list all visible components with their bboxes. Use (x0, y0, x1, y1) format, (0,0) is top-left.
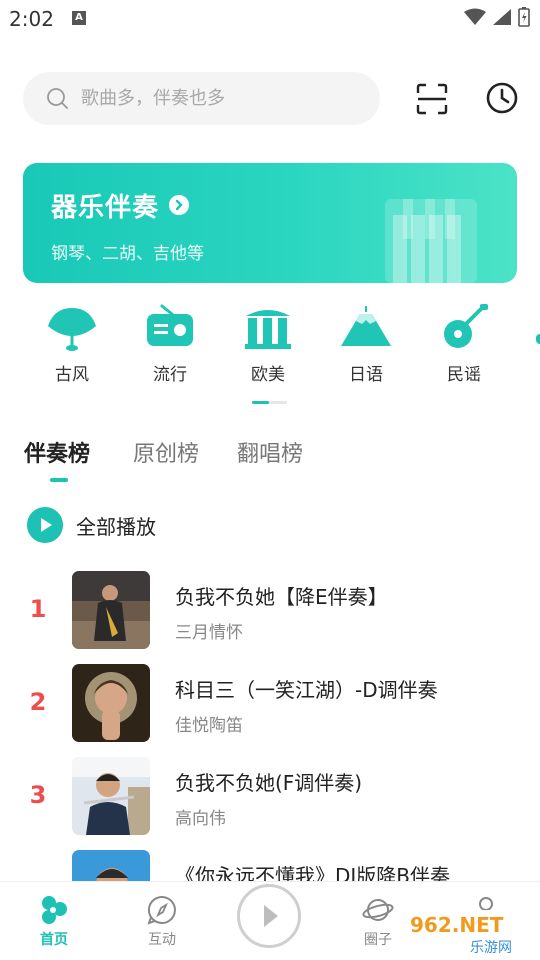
banner-title: 器乐伴奏 (51, 193, 160, 223)
status-icons (464, 7, 530, 27)
chat-compass-icon (147, 895, 176, 925)
instrument-banner[interactable]: 器乐伴奏 钢琴、二胡、吉他等 (23, 163, 517, 283)
search-icon (47, 88, 68, 109)
category-next-hint (536, 334, 540, 344)
tab-yuanchuang[interactable]: 原创榜 (133, 436, 199, 468)
tab-underline (50, 478, 68, 482)
battery-icon (518, 7, 530, 27)
tab-fanchang[interactable]: 翻唱榜 (237, 436, 303, 468)
nav-home[interactable]: 首页 (24, 894, 84, 949)
song-title: 负我不负她【降E伴奏】 (175, 585, 388, 609)
play-icon (27, 507, 63, 543)
category-scroll-indicator (252, 401, 287, 404)
search-row (23, 72, 518, 126)
arrow-right-icon (169, 195, 189, 215)
scan-icon[interactable] (415, 82, 449, 116)
play-all-button[interactable]: 全部播放 (27, 506, 277, 544)
song-rank: 2 (29, 688, 47, 716)
site-watermark: 962.NET 乐游网 (402, 910, 538, 956)
tab-banzou[interactable]: 伴奏榜 (24, 436, 90, 468)
category-gufeng[interactable]: 古风 (37, 302, 107, 385)
piano-keys-icon (385, 199, 477, 283)
fan-icon (48, 308, 96, 351)
notification-icon: A (72, 11, 86, 25)
history-icon[interactable] (485, 81, 519, 115)
song-rank: 1 (29, 595, 47, 623)
signal-icon (493, 9, 511, 25)
columns-icon (245, 310, 291, 349)
watermark-line1: 962.NET (410, 913, 504, 937)
nav-circle[interactable]: 圈子 (348, 894, 408, 949)
guitar-icon (444, 304, 488, 348)
play-icon (264, 905, 278, 927)
wifi-icon (464, 8, 486, 25)
category-liuxing[interactable]: 流行 (135, 302, 205, 385)
category-riyu[interactable]: 日语 (331, 302, 401, 385)
category-row: 古风 流行 欧美 日语 民谣 (0, 302, 540, 402)
category-oumei[interactable]: 欧美 (233, 302, 303, 385)
play-all-label: 全部播放 (76, 515, 156, 539)
song-cover (72, 571, 150, 649)
song-artist: 高向伟 (175, 809, 226, 829)
home-petal-icon (42, 896, 67, 924)
song-title: 负我不负她(F调伴奏) (175, 771, 363, 795)
list-item[interactable]: 1 负我不负她【降E伴奏】 三月情怀 (0, 571, 540, 651)
list-item[interactable]: 2 科目三（一笑江湖）-D调伴奏 佳悦陶笛 (0, 664, 540, 744)
status-time: 2:02 (9, 7, 54, 31)
search-box[interactable] (23, 72, 380, 125)
category-minyao[interactable]: 民谣 (429, 302, 499, 385)
song-cover (72, 757, 150, 835)
song-artist: 佳悦陶笛 (175, 716, 243, 736)
banner-subtitle: 钢琴、二胡、吉他等 (51, 244, 204, 264)
list-item[interactable]: 3 负我不负她(F调伴奏) 高向伟 (0, 757, 540, 837)
nav-interact[interactable]: 互动 (132, 894, 192, 949)
song-title: 科目三（一笑江湖）-D调伴奏 (175, 678, 438, 702)
mountain-icon (341, 306, 391, 346)
planet-icon (362, 899, 394, 921)
status-bar: 2:02 A (0, 0, 540, 38)
radio-icon (147, 304, 193, 346)
nav-player-button[interactable] (237, 884, 301, 948)
song-cover (72, 664, 150, 742)
search-input[interactable] (81, 80, 361, 116)
song-artist: 三月情怀 (175, 623, 243, 643)
chart-tabs: 伴奏榜 原创榜 翻唱榜 (24, 436, 424, 486)
song-rank: 3 (29, 781, 47, 809)
watermark-line2: 乐游网 (470, 940, 512, 956)
